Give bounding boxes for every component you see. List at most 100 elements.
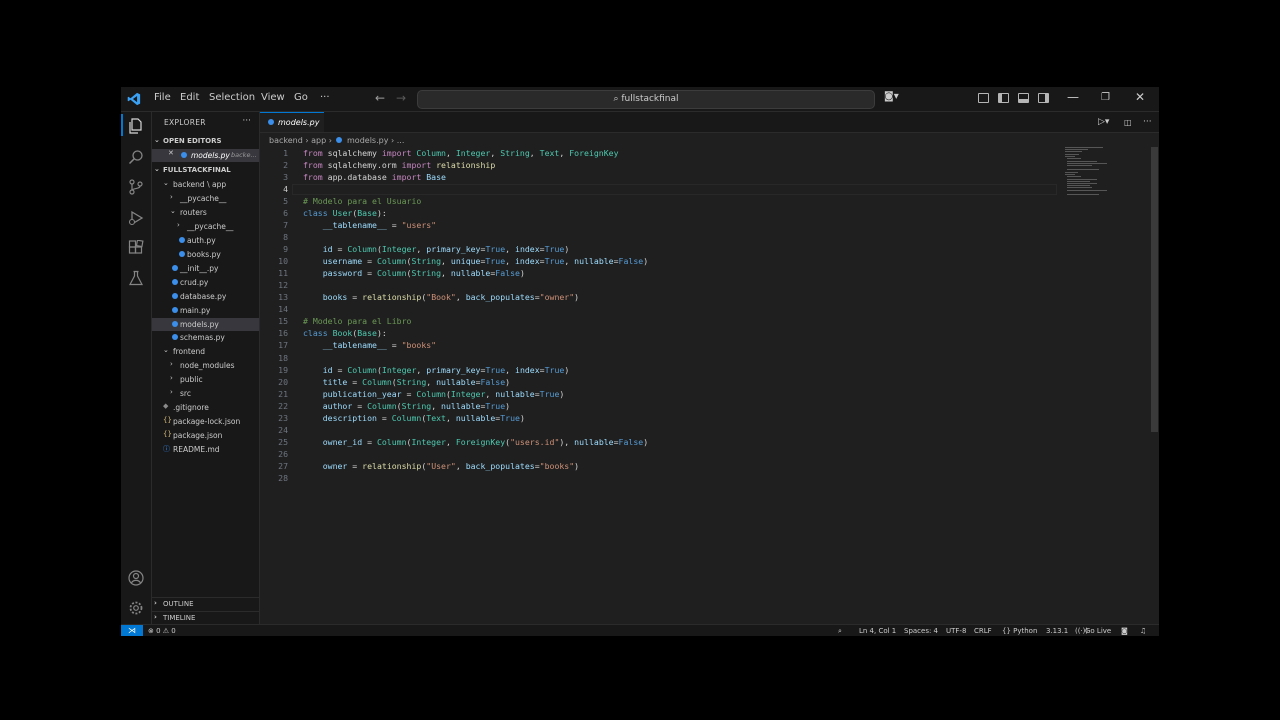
tree-item[interactable]: › public [152,373,259,386]
code-line[interactable]: 4 [260,184,1060,196]
tree-item[interactable]: {} package.json [152,429,259,442]
code-line[interactable]: 5 # Modelo para el Usuario [260,196,1060,208]
tree-item[interactable]: ⌄ frontend [152,345,259,358]
code-line[interactable]: 10 username = Column(String, unique=True… [260,256,1060,268]
toggle-panel-icon[interactable] [1018,93,1029,103]
close-window-icon[interactable]: ✕ [1135,90,1145,104]
copilot-status-icon[interactable]: ◙ [1121,627,1128,635]
breadcrumb-backend[interactable]: backend [269,136,303,145]
code-line[interactable]: 15 # Modelo para el Libro [260,316,1060,328]
sidebar-more-icon[interactable]: ··· [242,116,251,126]
search-sidebar-icon[interactable] [128,149,144,165]
code-line[interactable]: 22 author = Column(String, nullable=True… [260,401,1060,413]
encoding[interactable]: UTF-8 [946,627,966,635]
run-file-icon[interactable]: ▷▾ [1098,117,1109,127]
end-of-line[interactable]: CRLF [974,627,992,635]
restore-icon[interactable]: ❐ [1101,92,1110,103]
menu-more[interactable]: ··· [320,92,330,103]
code-line[interactable]: 18 [260,353,1060,365]
menu-file[interactable]: File [154,92,171,103]
code-line[interactable]: 1 from sqlalchemy import Column, Integer,… [260,148,1060,160]
command-center-search[interactable]: ⌕ fullstackfinal [417,90,875,109]
tree-item[interactable]: ⓘ README.md [152,443,259,456]
toggle-primary-sidebar-icon[interactable] [998,93,1009,103]
menu-edit[interactable]: Edit [180,92,199,103]
tab-models-py[interactable]: models.py [260,112,324,132]
code-line[interactable]: 9 id = Column(Integer, primary_key=True,… [260,244,1060,256]
close-editor-icon[interactable]: ✕ [168,149,174,157]
minimap[interactable] [1065,147,1125,197]
code-line[interactable]: 17 __tablename__ = "books" [260,340,1060,352]
tree-item[interactable]: ⌄ backend \ app [152,178,259,191]
minimize-icon[interactable]: — [1067,90,1079,104]
code-line[interactable]: 23 description = Column(Text, nullable=T… [260,413,1060,425]
code-line[interactable]: 26 [260,449,1060,461]
code-line[interactable]: 20 title = Column(String, nullable=False… [260,377,1060,389]
outline-section[interactable]: › OUTLINE [152,597,259,611]
remote-indicator-icon[interactable]: ⋊ [121,625,143,636]
code-line[interactable]: 24 [260,425,1060,437]
code-line[interactable]: 27 owner = relationship("User", back_pop… [260,461,1060,473]
cursor-position[interactable]: Ln 4, Col 1 [859,627,896,635]
tree-item[interactable]: schemas.py [152,331,259,344]
code-line[interactable]: 8 [260,232,1060,244]
run-debug-icon[interactable] [128,210,144,226]
tree-item[interactable]: › __pycache__ [152,192,259,205]
settings-gear-icon[interactable] [128,600,144,616]
split-editor-icon[interactable]: ◫ [1124,118,1132,127]
tree-item[interactable]: {} package-lock.json [152,415,259,428]
breadcrumb-file[interactable]: models.py [347,136,388,145]
copilot-icon[interactable]: ◙▾ [884,91,899,102]
editor-scrollbar[interactable] [1151,147,1158,432]
language-mode[interactable]: {} Python [1002,627,1037,635]
code-line[interactable]: 28 [260,473,1060,485]
customize-layout-icon[interactable] [978,93,989,103]
breadcrumb-symbol[interactable]: ... [397,136,405,145]
notifications-bell-icon[interactable]: ♫ [1140,627,1146,635]
toggle-secondary-sidebar-icon[interactable] [1038,93,1049,103]
tree-item[interactable]: crud.py [152,276,259,289]
menu-selection[interactable]: Selection [209,92,255,103]
code-line[interactable]: 14 [260,304,1060,316]
editor-more-icon[interactable]: ··· [1143,117,1152,127]
tree-item[interactable]: books.py [152,248,259,261]
menu-view[interactable]: View [261,92,285,103]
breadcrumb-app[interactable]: app [311,136,326,145]
explorer-icon[interactable] [128,118,144,134]
tree-item[interactable]: database.py [152,290,259,303]
code-line[interactable]: 13 books = relationship("Book", back_pop… [260,292,1060,304]
tree-item[interactable]: auth.py [152,234,259,247]
open-editors-section[interactable]: ⌄ OPEN EDITORS [152,135,259,148]
code-line[interactable]: 25 owner_id = Column(Integer, ForeignKey… [260,437,1060,449]
tree-item[interactable]: __init__.py [152,262,259,275]
tree-item[interactable]: ◆ .gitignore [152,401,259,414]
source-control-icon[interactable] [128,179,144,195]
zoom-icon[interactable]: ⌕ [838,627,842,636]
code-line[interactable]: 11 password = Column(String, nullable=Fa… [260,268,1060,280]
code-line[interactable]: 21 publication_year = Column(Integer, nu… [260,389,1060,401]
tree-item[interactable]: ⌄ routers [152,206,259,219]
open-editor-item[interactable]: ✕ models.py backe... [152,149,259,162]
tree-item[interactable]: › __pycache__ [152,220,259,233]
code-line[interactable]: 19 id = Column(Integer, primary_key=True… [260,365,1060,377]
code-line[interactable]: 2 from sqlalchemy.orm import relationship [260,160,1060,172]
project-section[interactable]: ⌄ FULLSTACKFINAL [152,164,259,177]
tree-item[interactable]: › src [152,387,259,400]
extensions-icon[interactable] [128,240,144,256]
python-version[interactable]: 3.13.1 [1046,627,1068,635]
tree-item[interactable]: › node_modules [152,359,259,372]
code-line[interactable]: 6 class User(Base): [260,208,1060,220]
testing-icon[interactable] [128,270,144,286]
tree-item[interactable]: models.py [152,317,259,331]
timeline-section[interactable]: › TIMELINE [152,611,259,625]
code-editor[interactable]: 1 from sqlalchemy import Column, Integer,… [260,147,1060,487]
forward-arrow-icon[interactable]: → [396,91,406,105]
code-line[interactable]: 7 __tablename__ = "users" [260,220,1060,232]
back-arrow-icon[interactable]: ← [375,91,385,105]
problems-count[interactable]: ⊗ 0 ⚠ 0 [148,627,176,635]
code-line[interactable]: 12 [260,280,1060,292]
code-line[interactable]: 16 class Book(Base): [260,328,1060,340]
code-line[interactable]: 3 from app.database import Base [260,172,1060,184]
accounts-icon[interactable] [128,570,144,586]
menu-go[interactable]: Go [294,92,308,103]
